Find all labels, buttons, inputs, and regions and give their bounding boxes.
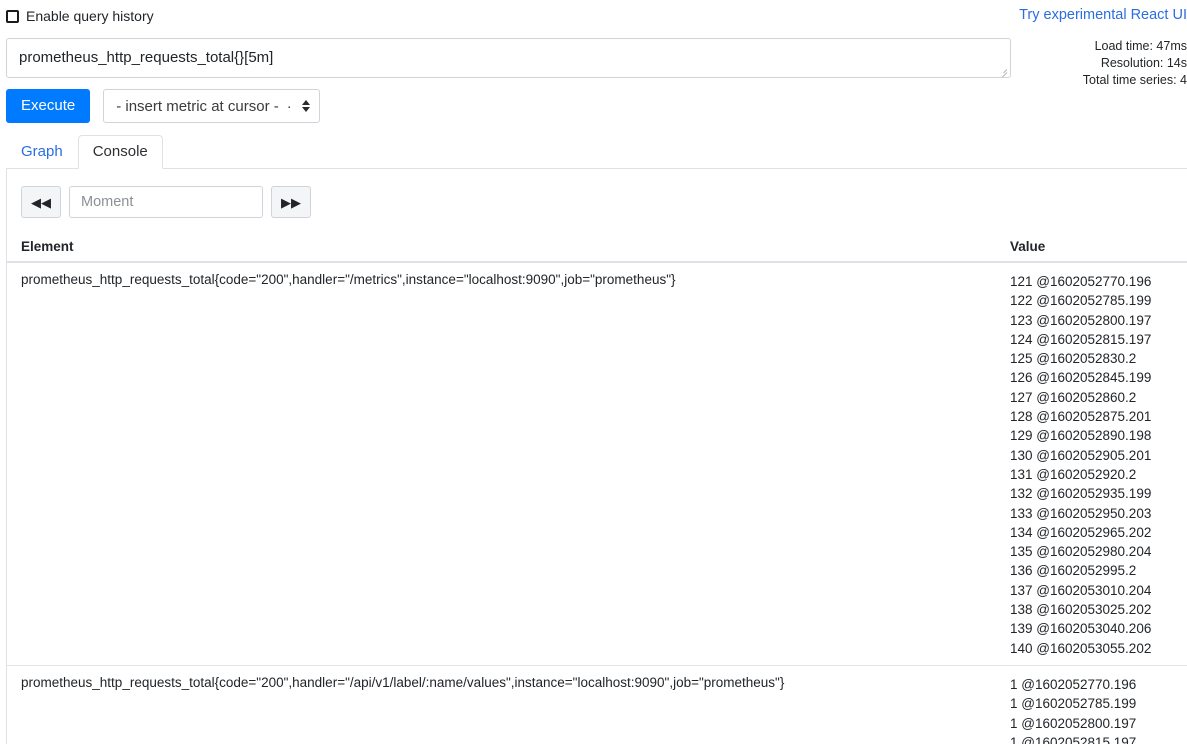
tab-graph[interactable]: Graph [6,135,78,169]
sample-value: 124 @1602052815.197 [1010,331,1152,347]
sample-value: 140 @1602053055.202 [1010,640,1152,656]
sample-value: 1 @1602052815.197 [1010,734,1137,744]
console-panel: ◀◀ Moment ▶▶ Element Value prometheus_ht… [6,169,1187,744]
query-controls: Execute - insert metric at cursor - · [6,89,320,123]
moment-input[interactable]: Moment [69,186,263,218]
query-input[interactable]: prometheus_http_requests_total{}[5m] [6,38,1011,78]
stat-load-time: Load time: 47ms [1094,39,1187,53]
insert-metric-select-dot: · [286,97,292,115]
sample-value: 127 @1602052860.2 [1010,389,1137,405]
table-row: prometheus_http_requests_total{code="200… [7,666,1187,744]
enable-query-history-toggle[interactable]: Enable query history [6,9,154,23]
series-element-label: prometheus_http_requests_total{code="200… [21,272,676,287]
sample-value: 1 @1602052800.197 [1010,715,1137,731]
execute-button[interactable]: Execute [6,89,91,123]
sample-value: 122 @1602052785.199 [1010,293,1152,309]
enable-query-history-label: Enable query history [26,8,154,24]
series-value-cell: 1 @1602052770.196 1 @1602052785.199 1 @160… [1003,675,1187,744]
try-react-ui-link[interactable]: Try experimental React UI [1019,8,1187,23]
sample-value: 134 @1602052965.202 [1010,524,1152,540]
insert-metric-select-value: - insert metric at cursor - [116,97,279,115]
results-table: Element Value prometheus_http_requests_t… [7,239,1187,744]
sample-value: 137 @1602053010.204 [1010,582,1152,598]
insert-metric-select[interactable]: - insert metric at cursor - · [103,89,320,123]
double-chevron-right-icon: ▶▶ [281,194,301,210]
sample-value: 133 @1602052950.203 [1010,505,1152,521]
query-expression-text: prometheus_http_requests_total{}[5m] [19,49,274,66]
top-bar: Enable query history Try experimental Re… [0,0,1187,34]
checkbox-icon[interactable] [6,9,19,23]
chevron-updown-icon [301,100,310,112]
step-forward-button[interactable]: ▶▶ [271,186,311,218]
sample-value: 136 @1602052995.2 [1010,563,1137,579]
moment-controls: ◀◀ Moment ▶▶ [7,169,1187,218]
table-header-row: Element Value [7,239,1187,263]
stat-total-time-series: Total time series: 4 [1082,73,1187,87]
sample-value: 1 @1602052785.199 [1010,696,1137,712]
sample-value: 138 @1602053025.202 [1010,602,1152,618]
prometheus-expression-browser: Enable query history Try experimental Re… [0,0,1187,744]
sample-value: 132 @1602052935.199 [1010,486,1152,502]
sample-value: 123 @1602052800.197 [1010,312,1152,328]
column-header-value: Value [1010,239,1046,254]
sample-value: 1 @1602052770.196 [1010,676,1137,692]
tab-console[interactable]: Console [77,135,163,169]
sample-value: 126 @1602052845.199 [1010,370,1152,386]
sample-value: 131 @1602052920.2 [1010,466,1137,482]
view-tabs: Graph Console [6,135,1187,169]
series-value-cell: 121 @1602052770.196 122 @1602052785.199 12… [1003,272,1187,658]
query-area: prometheus_http_requests_total{}[5m] [6,38,1011,78]
series-element-label: prometheus_http_requests_total{code="200… [21,674,785,690]
query-stats: Load time: 47ms Resolution: 14s Total ti… [1016,38,1187,89]
sample-value: 139 @1602053040.206 [1010,621,1152,637]
step-backward-button[interactable]: ◀◀ [21,186,61,218]
sample-value: 130 @1602052905.201 [1010,447,1152,463]
sample-value: 135 @1602052980.204 [1010,544,1152,560]
column-header-element: Element [21,239,74,254]
sample-value: 128 @1602052875.201 [1010,409,1152,425]
double-chevron-left-icon: ◀◀ [31,194,51,210]
sample-value: 129 @1602052890.198 [1010,428,1152,444]
table-row: prometheus_http_requests_total{code="200… [7,263,1187,666]
stat-resolution: Resolution: 14s [1100,56,1187,70]
table-body: prometheus_http_requests_total{code="200… [7,263,1187,744]
resize-handle-icon[interactable] [996,64,1008,77]
sample-value: 121 @1602052770.196 [1010,274,1152,289]
sample-value: 125 @1602052830.2 [1010,351,1137,367]
moment-input-placeholder: Moment [81,194,134,210]
